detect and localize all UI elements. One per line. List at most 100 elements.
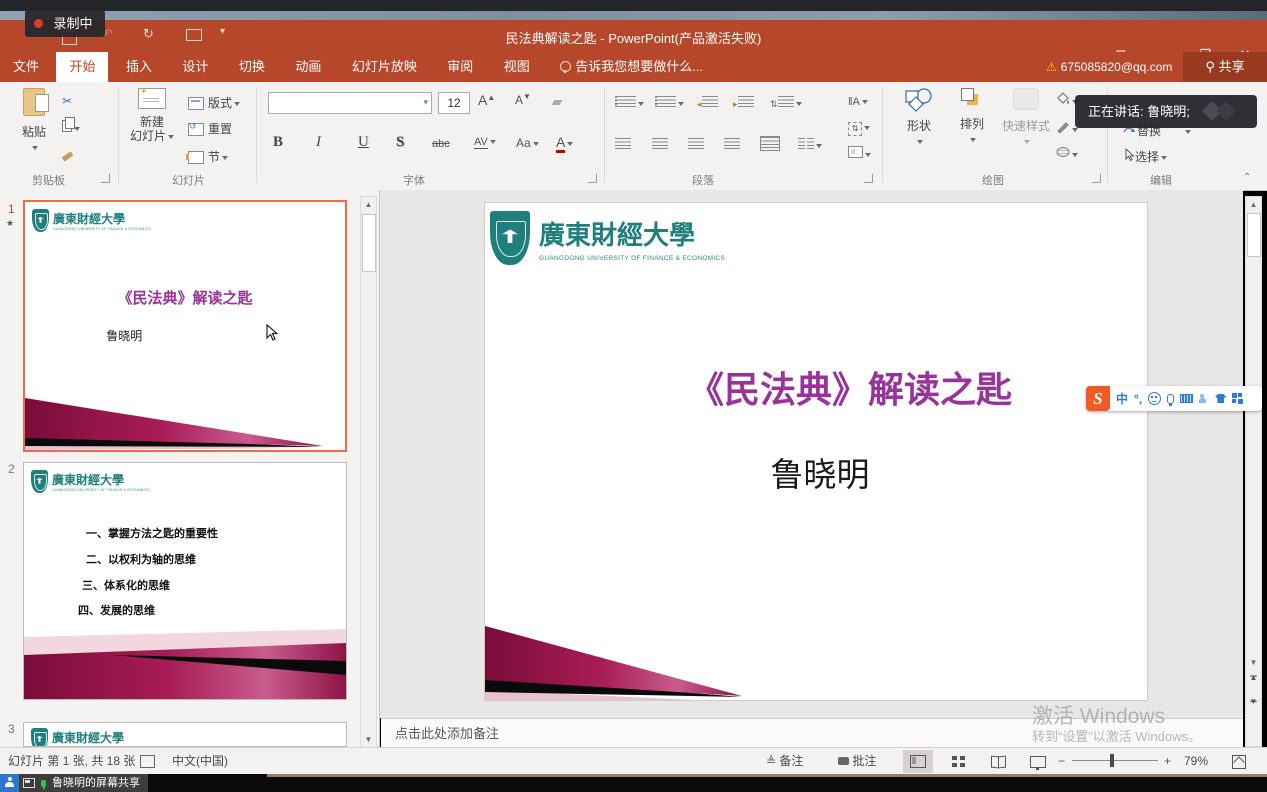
tab-home[interactable]: 开始	[56, 52, 108, 82]
align-center-button[interactable]	[652, 138, 668, 152]
ime-keyboard-icon[interactable]	[1180, 394, 1193, 403]
distribute-button[interactable]	[760, 136, 780, 154]
ime-skin-icon[interactable]	[1215, 394, 1226, 403]
slide2-thumbnail[interactable]: 廣東財經大學 GUANGDONG UNIVERSITY OF FINANCE &…	[23, 462, 347, 700]
share-button[interactable]: ⚲ 共享	[1183, 52, 1267, 82]
select-button[interactable]: 选择	[1124, 148, 1167, 165]
shapes-button[interactable]: 形状	[896, 88, 942, 148]
increase-indent-button[interactable]: ▸	[733, 96, 754, 110]
paste-button[interactable]: 粘贴	[14, 88, 54, 154]
font-color-button[interactable]: A	[556, 134, 573, 150]
reset-button[interactable]: 重置	[188, 120, 232, 137]
notes-toggle[interactable]: ≜ 备注	[766, 748, 803, 774]
tab-design[interactable]: 设计	[169, 52, 221, 82]
zoom-out-button[interactable]: −	[1058, 748, 1065, 774]
meeting-app-taskbar-icon[interactable]	[0, 774, 19, 792]
shrink-font-button[interactable]: A▼	[515, 92, 531, 107]
scroll-up-icon[interactable]: ▲	[1246, 197, 1261, 212]
tab-slideshow[interactable]: 幻灯片放映	[339, 52, 430, 82]
align-left-button[interactable]	[615, 138, 631, 152]
format-painter-button[interactable]	[62, 148, 73, 162]
shape-effects-button[interactable]	[1056, 146, 1078, 161]
thumbnails-scrollbar-thumb[interactable]	[362, 214, 376, 272]
new-slide-button[interactable]: 新建 幻灯片	[126, 88, 178, 143]
scroll-down-icon[interactable]: ▼	[1246, 655, 1261, 670]
bullets-button[interactable]	[615, 96, 644, 110]
fit-to-window-button[interactable]	[1224, 750, 1254, 773]
scroll-down-icon[interactable]: ▼	[361, 732, 376, 747]
collapse-ribbon-button[interactable]: ⌃	[1243, 172, 1251, 183]
ime-toolbar[interactable]: S 中 °,	[1086, 386, 1262, 411]
text-direction-button[interactable]: ‖A	[848, 94, 868, 108]
layout-button[interactable]: 版式	[188, 94, 240, 111]
slide-canvas[interactable]: 廣東財經大學 GUANGDONG UNIVERSITY OF FINANCE &…	[485, 203, 1147, 700]
text-shadow-button[interactable]: S	[396, 134, 404, 151]
ime-chinese-mode-icon[interactable]: 中	[1116, 390, 1128, 407]
tab-animations[interactable]: 动画	[282, 52, 334, 82]
screen-share-status[interactable]: 鲁晓明的屏幕共享	[19, 774, 148, 792]
numbering-button[interactable]	[655, 96, 684, 110]
scroll-up-icon[interactable]: ▲	[361, 197, 376, 212]
font-name-combobox[interactable]: ▾	[268, 92, 432, 114]
normal-view-button[interactable]	[903, 750, 933, 773]
tab-insert[interactable]: 插入	[113, 52, 165, 82]
slide1-thumbnail[interactable]: 廣東財經大學 GUANGDONG UNIVERSITY OF FINANCE &…	[23, 200, 347, 452]
tab-transitions[interactable]: 切换	[226, 52, 278, 82]
align-right-button[interactable]	[688, 138, 704, 152]
clipboard-dialog-launcher[interactable]	[101, 174, 110, 183]
italic-button[interactable]: I	[316, 134, 321, 151]
sogou-logo-icon[interactable]: S	[1086, 386, 1110, 411]
section-button[interactable]: 节	[188, 148, 228, 165]
bold-button[interactable]: B	[273, 134, 283, 151]
editor-scrollbar[interactable]: ▲ ▼ ▲▔ ▁▼	[1245, 196, 1262, 747]
font-name-caret-icon[interactable]: ▾	[423, 97, 428, 108]
align-text-button[interactable]: ⇅	[848, 120, 870, 136]
font-dialog-launcher[interactable]	[588, 174, 597, 183]
justify-button[interactable]	[724, 138, 740, 152]
tab-view[interactable]: 视图	[491, 52, 543, 82]
paragraph-dialog-launcher[interactable]	[864, 174, 873, 183]
tab-file[interactable]: 文件	[0, 52, 52, 82]
reading-view-button[interactable]	[983, 750, 1013, 773]
slide-title[interactable]: 《民法典》解读之匙	[685, 361, 1015, 413]
copy-button[interactable]	[62, 120, 80, 135]
slide3-thumbnail[interactable]: 廣東財經大學 GUANGDONG UNIVERSITY OF FINANCE &…	[23, 722, 347, 747]
clear-formatting-button[interactable]	[552, 92, 561, 108]
ime-emoji-icon[interactable]	[1148, 392, 1161, 405]
decrease-indent-button[interactable]: ◂	[697, 96, 718, 110]
convert-smartart-button[interactable]	[848, 146, 871, 161]
slide-author[interactable]: 鲁晓明	[685, 448, 955, 496]
zoom-in-button[interactable]: +	[1164, 748, 1171, 774]
grow-font-button[interactable]: A▲	[478, 92, 495, 108]
underline-button[interactable]: U	[358, 134, 369, 151]
zoom-slider[interactable]	[1072, 760, 1158, 761]
thumbnails-scrollbar[interactable]: ▲ ▼	[360, 196, 377, 747]
zoom-slider-thumb[interactable]	[1110, 754, 1114, 767]
account-email[interactable]: ⚠675085820@qq.com	[1046, 52, 1172, 82]
line-spacing-button[interactable]: ⇅	[770, 96, 802, 110]
slideshow-view-button[interactable]	[1023, 750, 1053, 773]
character-spacing-button[interactable]: AV	[474, 136, 496, 148]
change-case-button[interactable]: Aa	[516, 136, 539, 150]
spell-check-icon[interactable]	[140, 755, 155, 768]
zoom-level[interactable]: 79%	[1184, 748, 1208, 774]
tell-me-box[interactable]: 告诉我您想要做什么...	[547, 52, 716, 82]
font-size-combobox[interactable]: 12	[438, 92, 470, 114]
ime-voice-icon[interactable]	[1167, 394, 1174, 404]
editor-scrollbar-thumb[interactable]	[1247, 213, 1261, 257]
columns-button[interactable]	[798, 138, 822, 152]
tab-review[interactable]: 审阅	[434, 52, 486, 82]
quick-styles-button[interactable]: 快速样式	[1000, 88, 1052, 148]
ime-punctuation-icon[interactable]: °,	[1134, 392, 1142, 406]
slide-sorter-view-button[interactable]	[943, 750, 973, 773]
previous-slide-button[interactable]: ▲▔	[1246, 675, 1261, 690]
next-slide-button[interactable]: ▁▼	[1246, 695, 1261, 710]
drawing-dialog-launcher[interactable]	[1092, 174, 1101, 183]
ime-toolbox-icon[interactable]	[1232, 393, 1243, 404]
language-status[interactable]: 中文(中国)	[172, 748, 228, 774]
comments-toggle[interactable]: 批注	[838, 748, 876, 774]
arrange-button[interactable]: 排列	[950, 88, 994, 146]
ime-input-mode-icon[interactable]	[1199, 394, 1209, 404]
strikethrough-button[interactable]: abc	[432, 138, 450, 150]
cut-button[interactable]: ✂	[62, 94, 72, 108]
